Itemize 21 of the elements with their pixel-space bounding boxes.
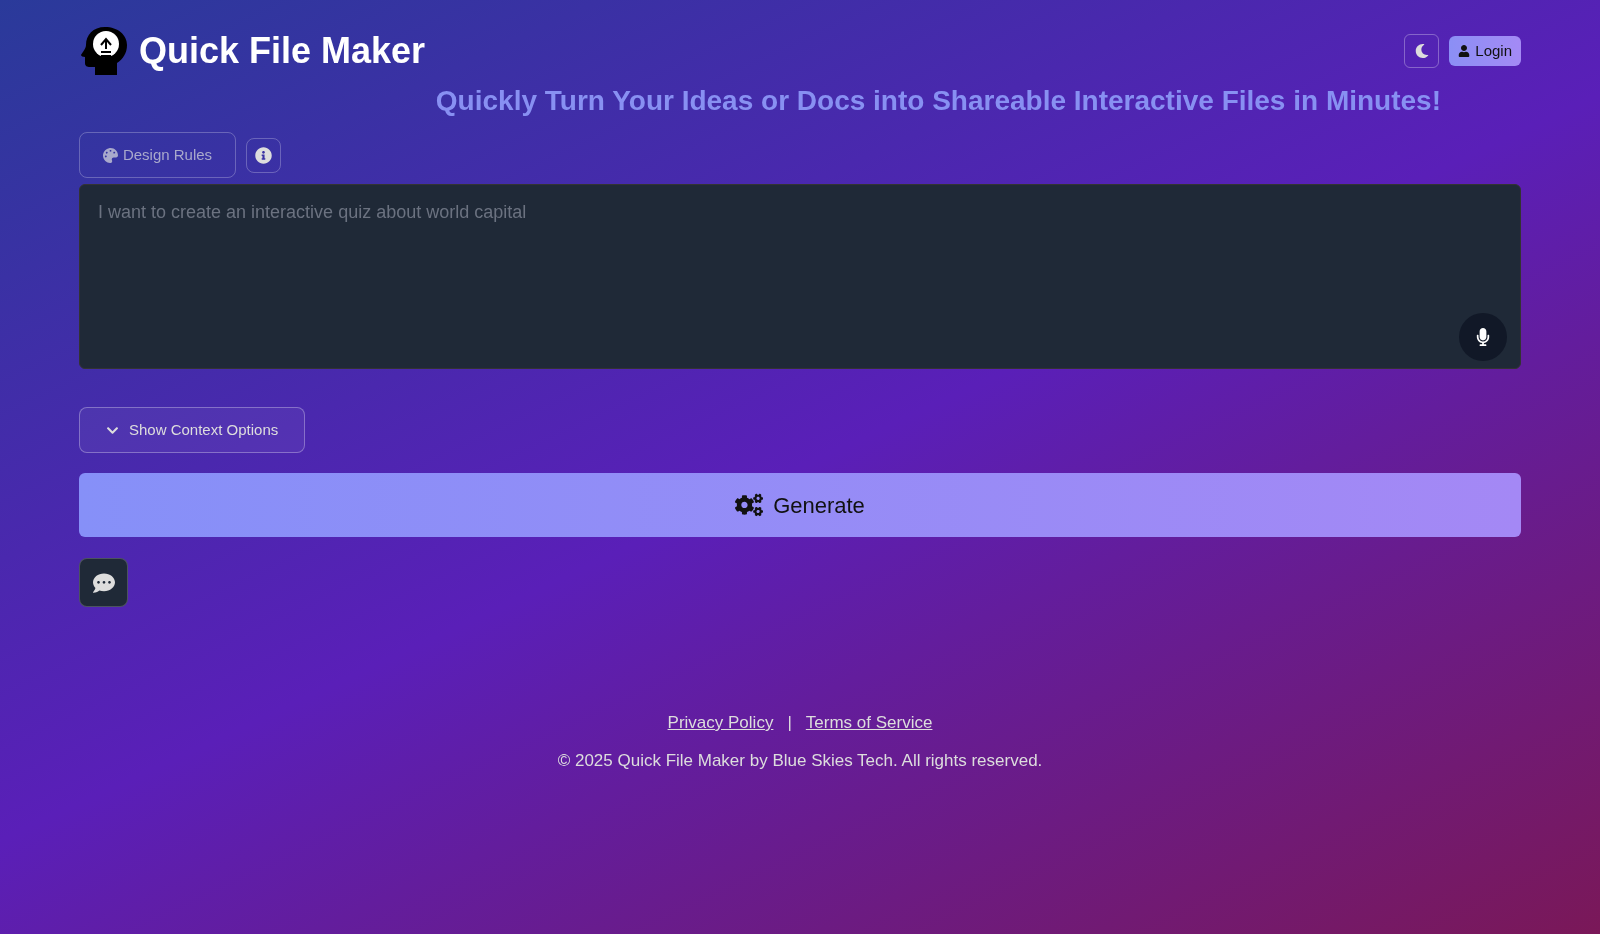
terms-of-service-link[interactable]: Terms of Service <box>805 710 933 736</box>
design-rules-button[interactable]: Design Rules <box>79 132 236 178</box>
app-title: Quick File Maker <box>139 29 426 73</box>
privacy-policy-link[interactable]: Privacy Policy <box>667 710 774 736</box>
chat-bubble-icon <box>92 571 115 594</box>
dark-mode-button[interactable] <box>1404 34 1440 68</box>
tagline: Quickly Turn Your Ideas or Docs into Shareable Interactive Files in Minutes! <box>435 84 1441 118</box>
link-separator: | <box>787 712 792 734</box>
gears-icon <box>735 491 764 519</box>
generate-button[interactable]: Generate <box>79 473 1521 537</box>
login-button[interactable]: Login <box>1449 36 1521 66</box>
user-icon <box>1458 45 1471 57</box>
info-icon <box>255 146 272 164</box>
chat-button[interactable] <box>79 558 128 607</box>
microphone-icon <box>1474 328 1492 346</box>
copyright-text: © 2025 Quick File Maker by Blue Skies Tech. All rights reserved. <box>557 749 1043 772</box>
moon-icon <box>1414 44 1429 58</box>
info-button[interactable] <box>246 137 281 173</box>
context-options-button[interactable]: Show Context Options <box>79 407 306 453</box>
prompt-textarea[interactable]: I want to create an interactive quiz about world capital <box>79 184 1521 369</box>
palette-icon <box>102 147 118 163</box>
